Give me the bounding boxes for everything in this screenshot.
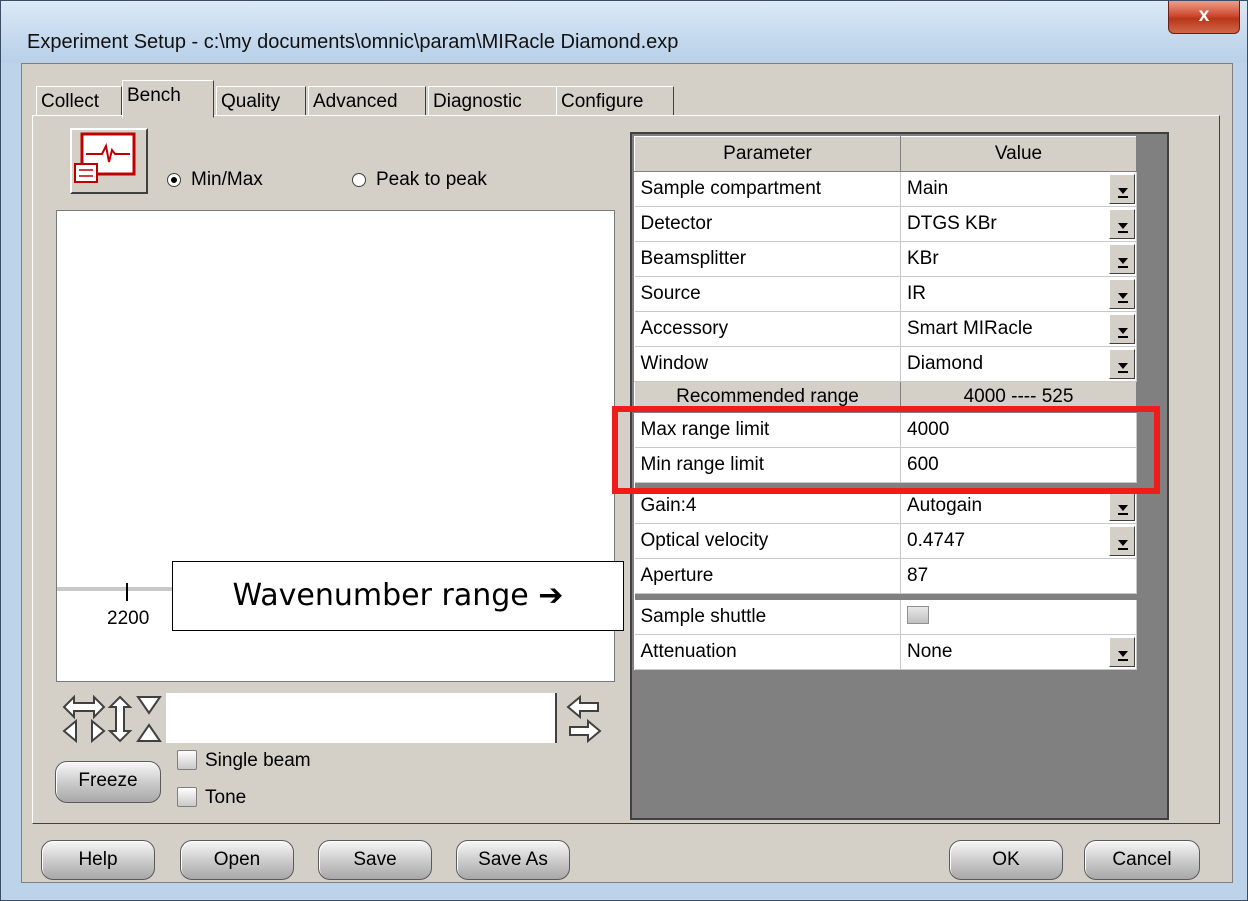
single-beam-label: Single beam <box>205 750 311 771</box>
param-value-select[interactable]: Diamond <box>900 346 1137 382</box>
dropdown-arrow-icon[interactable] <box>1109 526 1135 556</box>
radio-selected-icon <box>167 173 181 187</box>
param-name: Gain:4 <box>634 489 901 524</box>
window-title: Experiment Setup - c:\my documents\omnic… <box>27 31 679 53</box>
table-row[interactable]: Gain:4 Autogain <box>634 489 1137 524</box>
pan-left-right-icon <box>566 694 602 744</box>
toggle-switch-icon[interactable] <box>907 606 929 624</box>
dropdown-arrow-icon[interactable] <box>1109 491 1135 521</box>
wavenumber-range-callout: Wavenumber range ➔ <box>172 561 624 631</box>
min-max-radio[interactable]: Min/Max <box>167 168 263 192</box>
tab-quality[interactable]: Quality <box>216 86 306 116</box>
ok-button[interactable]: OK <box>949 840 1063 880</box>
param-value-select[interactable]: KBr <box>900 241 1137 277</box>
param-name: Attenuation <box>634 634 901 670</box>
param-name: Sample shuttle <box>634 600 901 635</box>
table-row[interactable]: Sample shuttle <box>634 600 1137 635</box>
open-button[interactable]: Open <box>180 840 294 880</box>
table-row[interactable]: Detector DTGS KBr <box>634 206 1137 242</box>
table-row[interactable]: Source IR <box>634 276 1137 312</box>
table-row[interactable]: Sample compartment Main <box>634 171 1137 207</box>
tab-configure[interactable]: Configure <box>556 86 674 116</box>
dropdown-arrow-icon[interactable] <box>1109 244 1135 274</box>
table-row[interactable]: Aperture 87 <box>634 558 1137 594</box>
param-name: Detector <box>634 206 901 242</box>
dropdown-arrow-icon[interactable] <box>1109 174 1135 204</box>
min-range-input[interactable]: 600 <box>900 447 1137 483</box>
table-row[interactable]: Window Diamond <box>634 346 1137 382</box>
dropdown-arrow-icon[interactable] <box>1109 637 1135 667</box>
title-bar[interactable]: Experiment Setup - c:\my documents\omnic… <box>1 1 1247 63</box>
value-column-header: Value <box>900 136 1137 172</box>
spectrum-monitor-icon <box>74 132 136 183</box>
tone-checkbox[interactable]: Tone <box>177 786 246 810</box>
peak-to-peak-radio[interactable]: Peak to peak <box>352 168 487 192</box>
param-name: Recommended range <box>634 381 901 413</box>
tab-diagnostic[interactable]: Diagnostic <box>428 86 558 116</box>
param-name: Min range limit <box>634 447 901 483</box>
param-value-select[interactable]: 0.4747 <box>900 523 1137 559</box>
param-name: Accessory <box>634 311 901 347</box>
tone-label: Tone <box>205 787 247 808</box>
plot-scroll-field[interactable] <box>166 693 557 743</box>
tab-advanced[interactable]: Advanced <box>308 86 426 116</box>
parameter-table: Parameter Value Sample compartment Main … <box>634 136 1137 670</box>
checkbox-box <box>177 750 197 770</box>
recommended-range-row: Recommended range 4000 ---- 525 <box>634 381 1137 413</box>
cancel-button[interactable]: Cancel <box>1084 840 1200 880</box>
param-name: Source <box>634 276 901 312</box>
dialog-client-area: Collect Bench Quality Advanced Diagnosti… <box>21 63 1233 883</box>
right-arrow-icon: ➔ <box>538 578 564 613</box>
param-value-select[interactable]: None <box>900 634 1137 670</box>
param-value-select[interactable]: Main <box>900 171 1137 207</box>
min-max-label: Min/Max <box>191 169 263 190</box>
table-row[interactable]: Accessory Smart MIRacle <box>634 311 1137 347</box>
expand-contract-arrows-icon[interactable] <box>60 693 164 745</box>
tab-collect[interactable]: Collect <box>36 86 122 116</box>
dropdown-arrow-icon[interactable] <box>1109 314 1135 344</box>
param-name: Max range limit <box>634 412 901 448</box>
freeze-button[interactable]: Freeze <box>55 761 161 803</box>
dropdown-arrow-icon[interactable] <box>1109 279 1135 309</box>
max-range-input[interactable]: 4000 <box>900 412 1137 448</box>
help-button[interactable]: Help <box>41 840 155 880</box>
param-value-select[interactable]: IR <box>900 276 1137 312</box>
radio-unselected-icon <box>352 173 366 187</box>
param-name: Beamsplitter <box>634 241 901 277</box>
aperture-input[interactable]: 87 <box>900 558 1137 594</box>
checkbox-box <box>177 787 197 807</box>
param-value: 4000 ---- 525 <box>900 381 1137 413</box>
param-name: Optical velocity <box>634 523 901 559</box>
param-value-select[interactable]: Smart MIRacle <box>900 311 1137 347</box>
peak-to-peak-label: Peak to peak <box>376 169 487 190</box>
dropdown-arrow-icon[interactable] <box>1109 349 1135 379</box>
zoom-pan-controls <box>60 693 164 745</box>
callout-text: Wavenumber range <box>232 578 529 613</box>
single-beam-checkbox[interactable]: Single beam <box>177 749 311 773</box>
param-name: Sample compartment <box>634 171 901 207</box>
parameter-column-header: Parameter <box>634 136 901 172</box>
save-as-button[interactable]: Save As <box>456 840 570 880</box>
table-row[interactable]: Attenuation None <box>634 634 1137 670</box>
table-row[interactable]: Beamsplitter KBr <box>634 241 1137 277</box>
sample-shuttle-toggle[interactable] <box>900 600 1137 635</box>
close-button[interactable]: x <box>1168 1 1240 34</box>
x-tick-label: 2200 <box>107 608 150 629</box>
table-row[interactable]: Min range limit 600 <box>634 447 1137 483</box>
experiment-setup-window: Experiment Setup - c:\my documents\omnic… <box>0 0 1248 901</box>
tab-bench[interactable]: Bench <box>122 80 214 118</box>
param-name: Aperture <box>634 558 901 594</box>
bench-view-button[interactable] <box>70 128 148 194</box>
interferogram-plot[interactable]: 2200 2000 Wavenumber range ➔ <box>56 210 624 682</box>
dropdown-arrow-icon[interactable] <box>1109 209 1135 239</box>
save-button[interactable]: Save <box>318 840 432 880</box>
param-value-select[interactable]: Autogain <box>900 489 1137 524</box>
table-row[interactable]: Max range limit 4000 <box>634 412 1137 448</box>
param-value-select[interactable]: DTGS KBr <box>900 206 1137 242</box>
table-row[interactable]: Optical velocity 0.4747 <box>634 523 1137 559</box>
pan-arrows[interactable] <box>566 694 602 745</box>
param-name: Window <box>634 346 901 382</box>
